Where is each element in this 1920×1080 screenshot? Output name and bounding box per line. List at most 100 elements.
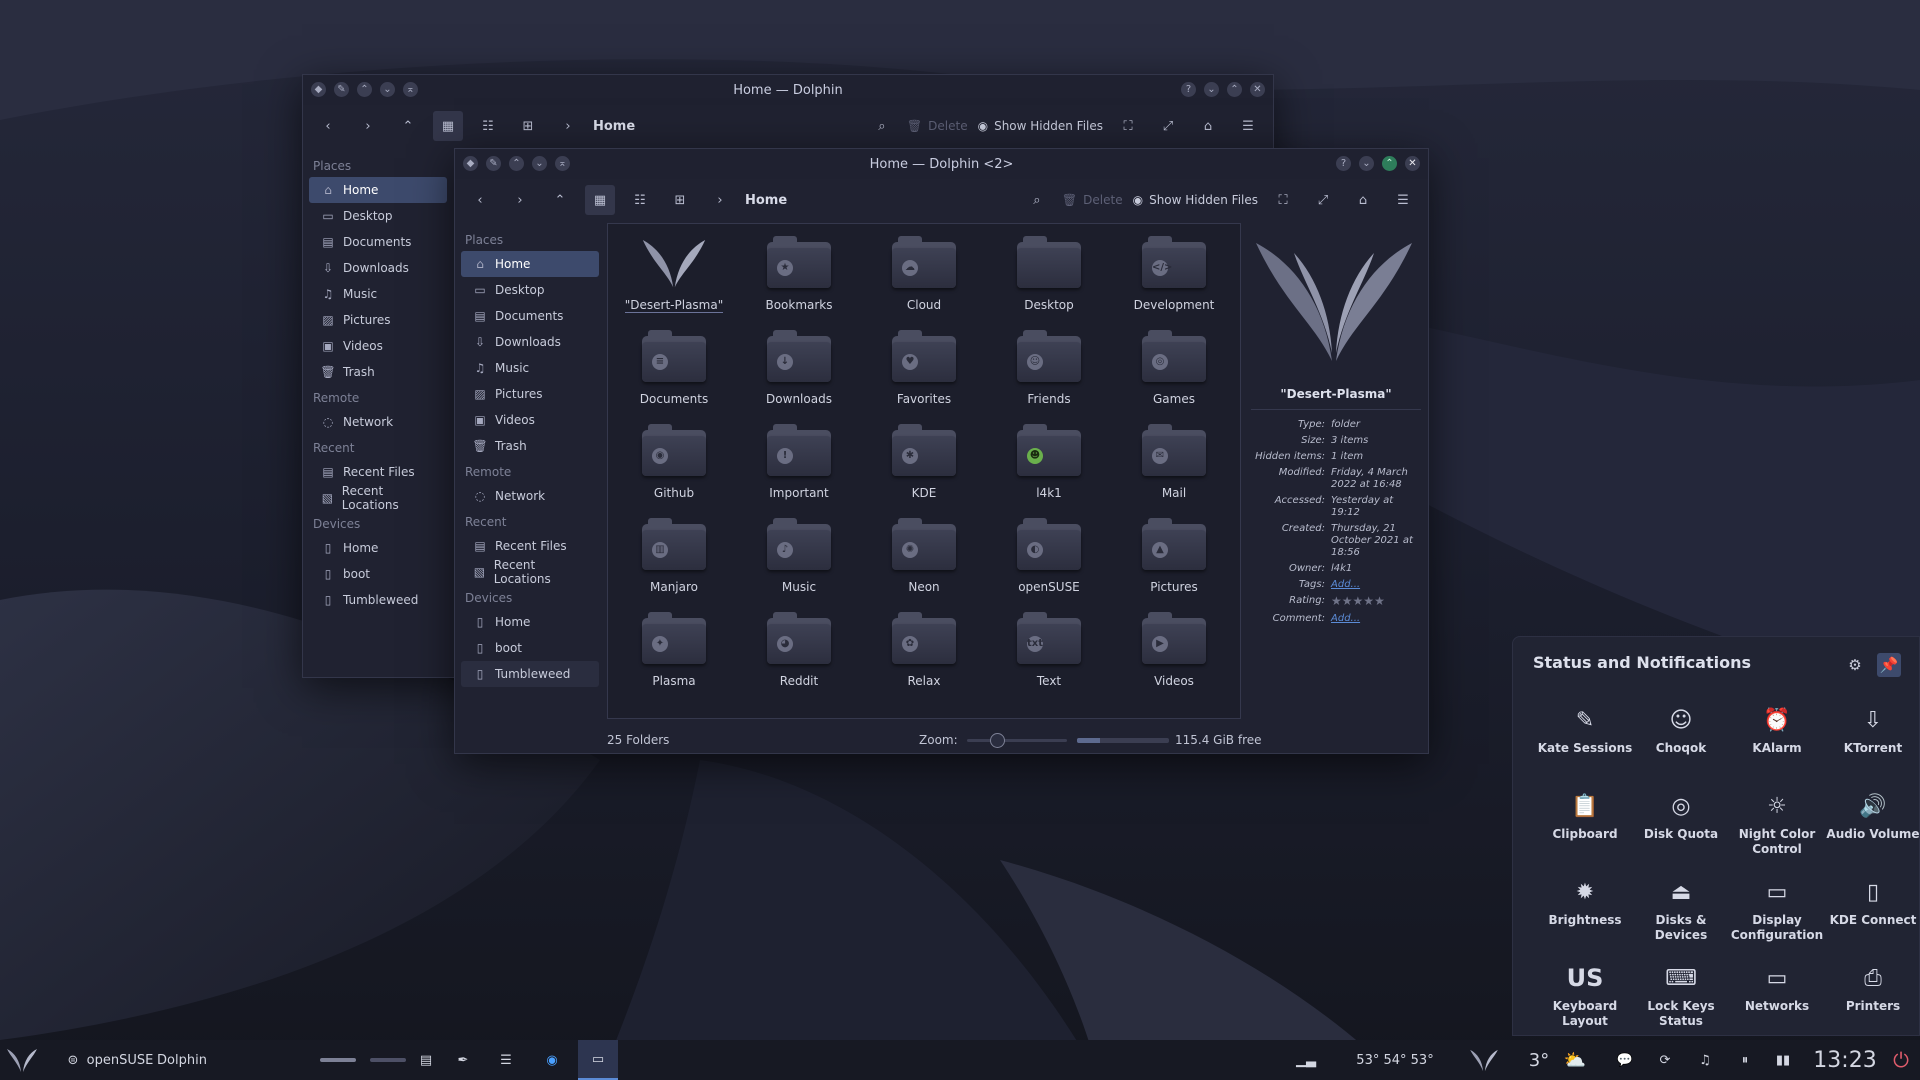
comment-add-link[interactable]: Add...	[1331, 613, 1421, 625]
folder-item[interactable]: "Desert-Plasma"	[614, 232, 734, 322]
sidebar-item-downloads[interactable]: ⇩ Downloads	[461, 329, 599, 355]
sidebar-item-downloads[interactable]: ⇩ Downloads	[309, 255, 447, 281]
pin-icon[interactable]: ✎	[334, 82, 349, 97]
compact-view-icon[interactable]: ☷	[473, 111, 503, 141]
zoom-slider[interactable]	[967, 733, 1067, 748]
pager-desktop-1[interactable]	[318, 1040, 358, 1080]
folder-item[interactable]: ♥ Favorites	[864, 326, 984, 416]
tray-item-ktorrent[interactable]: ⇩ KTorrent	[1825, 703, 1920, 781]
icons-view-icon[interactable]: ▦	[585, 185, 615, 215]
sidebar-item-network[interactable]: ◌ Network	[309, 409, 447, 435]
tray-item-brightness[interactable]: ✹ Brightness	[1537, 875, 1633, 953]
keep-below-icon[interactable]: ⌄	[380, 82, 395, 97]
task-opensuse[interactable]: openSUSE	[87, 1040, 154, 1080]
sidebar-item-pictures[interactable]: ▨ Pictures	[309, 307, 447, 333]
folder-item[interactable]: Desktop	[989, 232, 1109, 322]
icons-view-icon[interactable]: ▦	[433, 111, 463, 141]
breadcrumb[interactable]: Home	[745, 193, 787, 208]
weather-cloud-icon[interactable]: ⛅	[1558, 1040, 1592, 1080]
home-icon[interactable]: ⌂	[1348, 185, 1378, 215]
show-hidden-files-button[interactable]: ◉ Show Hidden Files	[1133, 193, 1258, 207]
search-icon[interactable]: ⌕	[1022, 185, 1052, 215]
application-launcher-icon[interactable]	[4, 1040, 40, 1080]
sidebar-item-videos[interactable]: ▣ Videos	[461, 407, 599, 433]
tray-item-disk-quota[interactable]: ◎ Disk Quota	[1633, 789, 1729, 867]
tray-item-keyboard-layout[interactable]: US Keyboard Layout	[1537, 961, 1633, 1039]
rating-star-icon[interactable]: ★	[1353, 594, 1364, 608]
folder-view[interactable]: "Desert-Plasma" ★ Bookmarks ☁ Cloud Desktop </…	[607, 223, 1241, 719]
configure-icon[interactable]: ⚙	[1843, 653, 1867, 677]
select-icon[interactable]: ⛶	[1113, 111, 1143, 141]
sidebar-item-tumbleweed[interactable]: ▯ Tumbleweed	[309, 587, 447, 613]
tray-item-kde-connect[interactable]: ▯ KDE Connect	[1825, 875, 1920, 953]
tray-item-disks-devices[interactable]: ⏏ Disks & Devices	[1633, 875, 1729, 953]
pen-app-icon[interactable]: ✒	[448, 1040, 478, 1080]
folder-item[interactable]: ◉ Github	[614, 420, 734, 510]
pin-icon[interactable]: ✎	[486, 156, 501, 171]
back-icon[interactable]: ‹	[313, 111, 343, 141]
pager-desktop-3[interactable]: ▤	[412, 1040, 440, 1080]
rating-star-icon[interactable]: ★	[1342, 594, 1353, 608]
tags-add-link[interactable]: Add...	[1331, 579, 1421, 591]
folder-item[interactable]: ☻ l4k1	[989, 420, 1109, 510]
help-button[interactable]: ?	[1181, 82, 1196, 97]
sidebar-item-videos[interactable]: ▣ Videos	[309, 333, 447, 359]
digital-clock[interactable]: 13:23	[1810, 1040, 1880, 1080]
folder-item[interactable]: ▶ Videos	[1114, 608, 1234, 698]
keep-above-icon[interactable]: ⌃	[509, 156, 524, 171]
folder-item[interactable]: </> Development	[1114, 232, 1234, 322]
details-view-icon[interactable]: ⊞	[665, 185, 695, 215]
minimize-button[interactable]: ⌄	[1359, 156, 1374, 171]
forward-icon[interactable]: ›	[505, 185, 535, 215]
sidebar-item-network[interactable]: ◌ Network	[461, 483, 599, 509]
updates-tray-icon[interactable]: ⟳	[1648, 1040, 1682, 1080]
sidebar-item-music[interactable]: ♫ Music	[461, 355, 599, 381]
power-icon[interactable]: ⏻	[1884, 1040, 1918, 1080]
sidebar-item-boot[interactable]: ▯ boot	[309, 561, 447, 587]
up-icon[interactable]: ⌃	[393, 111, 423, 141]
search-icon[interactable]: ⌕	[867, 111, 897, 141]
rating-stars[interactable]: ★★★★★	[1331, 595, 1421, 609]
forward-icon[interactable]: ›	[353, 111, 383, 141]
folder-item[interactable]: ☺ Friends	[989, 326, 1109, 416]
folder-item[interactable]: ↓ Downloads	[739, 326, 859, 416]
folder-item[interactable]: ◕ Reddit	[739, 608, 859, 698]
sidebar-item-boot[interactable]: ▯ boot	[461, 635, 599, 661]
folder-item[interactable]: ☁ Cloud	[864, 232, 984, 322]
battery-tray-icon[interactable]: ▮▮	[1766, 1040, 1800, 1080]
folder-item[interactable]: ▥ Manjaro	[614, 514, 734, 604]
hamburger-menu-icon[interactable]: ☰	[1388, 185, 1418, 215]
preview-icon[interactable]: ⤢	[1308, 185, 1338, 215]
folder-item[interactable]: ♪ Music	[739, 514, 859, 604]
sidebar-item-home[interactable]: ⌂ Home	[461, 251, 599, 277]
preview-icon[interactable]: ⤢	[1153, 111, 1183, 141]
tray-item-night-color-control[interactable]: ☼ Night Color Control	[1729, 789, 1825, 867]
weather-temperature[interactable]: 3°	[1522, 1040, 1556, 1080]
folder-item[interactable]: ✦ Plasma	[614, 608, 734, 698]
shade-icon[interactable]: ⌅	[555, 156, 570, 171]
home-icon[interactable]: ⌂	[1193, 111, 1223, 141]
keep-above-icon[interactable]: ⌃	[357, 82, 372, 97]
sidebar-item-tumbleweed[interactable]: ▯ Tumbleweed	[461, 661, 599, 687]
back-icon[interactable]: ‹	[465, 185, 495, 215]
system-settings-icon[interactable]: ☰	[488, 1040, 524, 1080]
folder-item[interactable]: ★ Bookmarks	[739, 232, 859, 322]
sidebar-item-documents[interactable]: ▤ Documents	[461, 303, 599, 329]
notifications-tray-icon[interactable]: 💬	[1608, 1040, 1642, 1080]
sidebar-item-desktop[interactable]: ▭ Desktop	[309, 203, 447, 229]
tray-item-kate-sessions[interactable]: ✎ Kate Sessions	[1537, 703, 1633, 781]
sidebar-item-documents[interactable]: ▤ Documents	[309, 229, 447, 255]
dolphin-window-front[interactable]: ◆ ✎ ⌃ ⌄ ⌅ Home — Dolphin <2> ? ⌄ ⌃ ✕ ‹ ›…	[454, 148, 1429, 754]
task-dolphin[interactable]: Dolphin	[157, 1040, 207, 1080]
close-button[interactable]: ✕	[1405, 156, 1420, 171]
maximize-button[interactable]: ⌃	[1382, 156, 1397, 171]
compact-view-icon[interactable]: ☷	[625, 185, 655, 215]
rating-star-icon[interactable]: ★	[1374, 594, 1385, 608]
pin-popup-icon[interactable]: 📌	[1877, 653, 1901, 677]
sidebar-item-pictures[interactable]: ▨ Pictures	[461, 381, 599, 407]
shade-icon[interactable]: ⌅	[403, 82, 418, 97]
titlebar[interactable]: ◆ ✎ ⌃ ⌄ ⌅ Home — Dolphin ? ⌄ ⌃ ✕	[303, 75, 1273, 105]
system-monitor-icon[interactable]: ▁▃	[1286, 1040, 1326, 1080]
minimize-button[interactable]: ⌄	[1204, 82, 1219, 97]
rating-star-icon[interactable]: ★	[1331, 594, 1342, 608]
